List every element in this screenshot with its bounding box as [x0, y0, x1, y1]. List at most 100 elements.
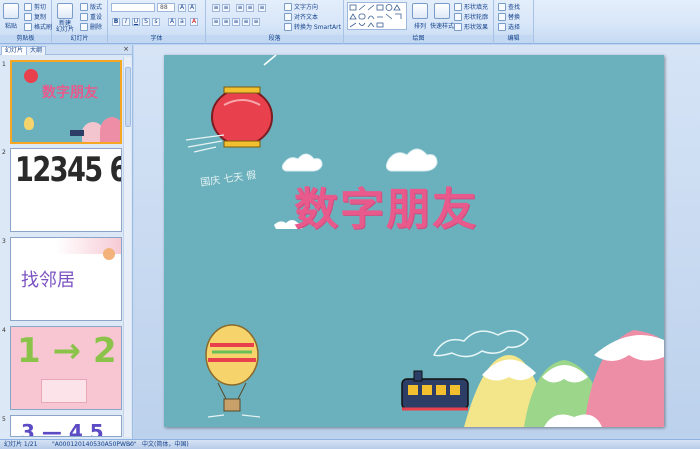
thumb-title: 12345 67890	[15, 150, 121, 190]
drawing-group: 排列 快速样式 形状填充 形状轮廓 形状效果 绘图	[344, 0, 494, 44]
numbering-button[interactable]: ≡	[222, 4, 230, 12]
slide-counter: 幻灯片 1/21	[4, 441, 38, 448]
format-painter-button[interactable]: 格式刷	[24, 22, 52, 31]
paragraph-label: 段落	[206, 35, 343, 43]
scroll-thumb[interactable]	[125, 67, 131, 127]
ribbon: 粘贴 剪切 复制 格式刷 剪贴板 新建 幻灯片 版式 重设 删除 幻灯片 88 …	[0, 0, 700, 44]
shapes-icon	[349, 4, 402, 28]
bullets-button[interactable]: ≡	[212, 4, 220, 12]
shrink-font-button[interactable]: A	[188, 4, 196, 12]
smartart-button[interactable]: 转换为 SmartArt	[284, 22, 341, 31]
train-icon	[401, 370, 469, 411]
font-group: 88 A A B I U S s A a A 字体	[108, 0, 206, 44]
strikethrough-button[interactable]: S	[142, 18, 150, 26]
slide-thumb-4[interactable]: 1 → 2	[10, 326, 122, 410]
panel-tabs: 幻灯片 大纲 ×	[0, 45, 132, 55]
quick-styles-button[interactable]: 快速样式	[430, 3, 454, 30]
paragraph-group: ≡ ≡ ≡ ≡ ≡ ≡ ≡ ≡ ≡ ≡ 文字方向 对齐文本 转换为 SmartA…	[206, 0, 344, 44]
font-size-combo[interactable]: 88	[157, 3, 175, 12]
change-case-button[interactable]: a	[178, 18, 186, 26]
close-panel-icon[interactable]: ×	[123, 45, 129, 53]
slides-label: 幻灯片	[52, 35, 107, 43]
underline-button[interactable]: U	[132, 18, 140, 26]
binoculars-icon	[498, 2, 506, 11]
tab-slides[interactable]: 幻灯片	[1, 46, 28, 55]
paste-icon	[3, 3, 19, 19]
spellcheck-icon[interactable]: ✓	[128, 440, 133, 449]
cursor-icon	[498, 22, 506, 31]
align-text-icon	[284, 12, 292, 21]
thumb-title: 3 — 4 5	[21, 420, 104, 437]
clipboard-label: 剪贴板	[0, 35, 51, 43]
thumb-title: 1 → 2	[17, 331, 117, 371]
slides-group: 新建 幻灯片 版式 重设 删除 幻灯片	[52, 0, 108, 44]
lantern-icon	[24, 69, 38, 83]
slide-thumb-3[interactable]: 找邻居	[10, 237, 122, 321]
italic-button[interactable]: I	[122, 18, 130, 26]
child-icon	[103, 248, 115, 260]
delete-button[interactable]: 删除	[80, 22, 102, 31]
cut-button[interactable]: 剪切	[24, 2, 46, 11]
text-direction-icon	[284, 2, 292, 11]
shape-outline-button[interactable]: 形状轮廓	[454, 12, 488, 21]
editing-label: 编辑	[494, 35, 533, 43]
reset-icon	[80, 12, 88, 21]
slide-thumb-1[interactable]: 数字朋友	[10, 60, 122, 144]
select-button[interactable]: 选择	[498, 22, 520, 31]
new-slide-button[interactable]: 新建 幻灯片	[56, 3, 74, 33]
columns-button[interactable]: ≡	[252, 18, 260, 26]
font-label: 字体	[108, 35, 205, 43]
language-indicator[interactable]: 中文(简体，中国)	[142, 440, 189, 449]
align-text-button[interactable]: 对齐文本	[284, 12, 318, 21]
outline-icon	[454, 12, 462, 21]
justify-button[interactable]: ≡	[242, 18, 250, 26]
font-color-button[interactable]: A	[190, 18, 198, 26]
shape-fill-button[interactable]: 形状填充	[454, 2, 488, 11]
clipboard-group: 粘贴 剪切 复制 格式刷 剪贴板	[0, 0, 52, 44]
slide-number: 1	[2, 61, 6, 68]
slide-title[interactable]: 数字朋友	[294, 173, 478, 237]
tab-outline[interactable]: 大纲	[26, 46, 47, 55]
arrange-icon	[412, 3, 428, 19]
slides-panel: 幻灯片 大纲 × 1 数字朋友 2 12345 67890 3 找邻居 4 1 …	[0, 45, 133, 439]
paste-button[interactable]: 粘贴	[3, 3, 19, 30]
decrease-indent-button[interactable]: ≡	[236, 4, 244, 12]
quick-styles-icon	[434, 3, 450, 19]
layout-button[interactable]: 版式	[80, 2, 102, 11]
reset-button[interactable]: 重设	[80, 12, 102, 21]
hill-icon	[100, 117, 120, 142]
hills-icon	[464, 330, 664, 427]
shape-effects-button[interactable]: 形状效果	[454, 22, 488, 31]
slide-thumb-5[interactable]: 3 — 4 5	[10, 415, 122, 437]
smartart-icon	[284, 22, 292, 31]
panel-scrollbar[interactable]	[123, 57, 131, 437]
increase-indent-button[interactable]: ≡	[246, 4, 254, 12]
seesaw-icon	[41, 379, 87, 403]
slide-canvas[interactable]: 国庆 七天 假 数字朋友	[164, 55, 664, 427]
text-direction-button[interactable]: 文字方向	[284, 2, 318, 11]
grow-font-button[interactable]: A	[178, 4, 186, 12]
status-bar: 幻灯片 1/21 "A000120140530A50PWB0" ✓ 中文(简体，…	[0, 439, 700, 449]
slide-number: 4	[2, 327, 6, 334]
layout-icon	[80, 2, 88, 11]
align-left-button[interactable]: ≡	[212, 18, 220, 26]
arrange-button[interactable]: 排列	[412, 3, 428, 30]
slide-number: 3	[2, 238, 6, 245]
thumb-title: 数字朋友	[42, 85, 98, 101]
thumb-title: 找邻居	[21, 270, 75, 291]
shadow-button[interactable]: s	[152, 18, 160, 26]
bold-button[interactable]: B	[112, 18, 120, 26]
align-center-button[interactable]: ≡	[222, 18, 230, 26]
shapes-gallery[interactable]	[347, 2, 407, 30]
slide-number: 2	[2, 149, 6, 156]
line-spacing-button[interactable]: ≡	[258, 4, 266, 12]
delete-icon	[80, 22, 88, 31]
replace-button[interactable]: 替换	[498, 12, 520, 21]
font-name-combo[interactable]	[111, 3, 155, 12]
copy-button[interactable]: 复制	[24, 12, 46, 21]
spacing-button[interactable]: A	[168, 18, 176, 26]
align-right-button[interactable]: ≡	[232, 18, 240, 26]
effects-icon	[454, 22, 462, 31]
find-button[interactable]: 查找	[498, 2, 520, 11]
slide-thumb-2[interactable]: 12345 67890	[10, 148, 122, 232]
